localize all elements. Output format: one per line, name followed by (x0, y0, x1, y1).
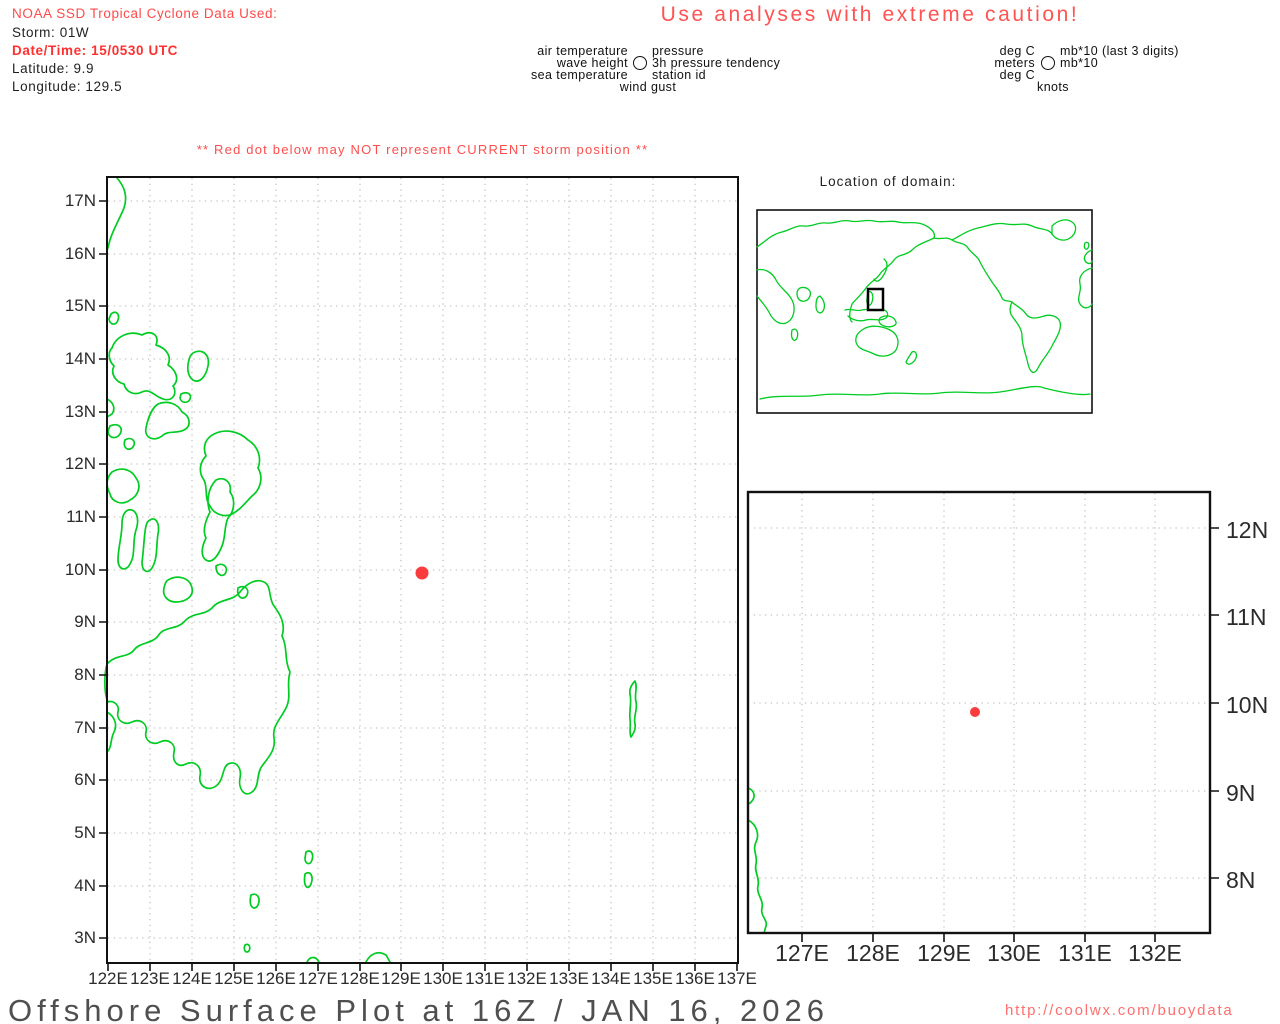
zoom-lat-tick-label: 12N (1226, 517, 1269, 543)
lat-tick-label: 4N (74, 876, 96, 895)
coastline-new-guinea (878, 315, 897, 328)
coastline-islet-south-1 (304, 850, 314, 865)
zoom-lon-tick-label: 130E (987, 940, 1041, 966)
lat-tick-label: 5N (74, 823, 96, 842)
coastline-new-zealand (905, 350, 918, 365)
legend-wind-gust: wind gust (619, 80, 677, 94)
header-storm: Storm: 01W (12, 25, 90, 40)
header-datetime: Date/Time: 15/0530 UTC (12, 43, 179, 58)
station-circle-icon (633, 56, 647, 70)
zoom-map-coastlines (747, 787, 768, 934)
zoom-lat-tick-label: 9N (1226, 780, 1256, 806)
coastline-eurasia-north (756, 219, 936, 248)
lat-tick-label: 8N (74, 665, 96, 684)
coastline-panay (106, 468, 140, 504)
coastline-polillo-island (108, 311, 120, 325)
coastline-burias-1 (107, 423, 123, 439)
coastline-bottom-nub-1 (306, 956, 320, 963)
zoom-map-ticks-right (1211, 527, 1219, 879)
coastline-greenland (1051, 219, 1077, 241)
world-inset-map (756, 209, 1093, 414)
lat-tick-label: 9N (74, 612, 96, 631)
zoom-map-gridlines-horizontal (748, 527, 1210, 879)
coastline-bottom-nub-2 (365, 952, 391, 963)
coastline-europe-right-edge (1083, 249, 1093, 265)
coastline-zoom-mindanao-east (747, 819, 768, 934)
lat-tick-label: 16N (64, 244, 96, 263)
coastline-east-africa (756, 268, 795, 325)
main-map-ticks-left (99, 200, 107, 939)
coastline-madagascar (790, 328, 799, 341)
coastline-se-luzon (108, 331, 178, 401)
coastline-islet-south-2 (303, 871, 313, 889)
legend-unit-knots: knots (1037, 80, 1069, 94)
storm-position-dot (415, 566, 429, 580)
header-longitude: Longitude: 129.5 (12, 79, 123, 94)
lat-tick-label: 10N (64, 560, 96, 579)
zoom-map (746, 490, 1219, 942)
coastline-north-america-north (951, 222, 1053, 241)
zoom-lon-tick-label: 128E (846, 940, 900, 966)
coastline-burias-2 (123, 437, 136, 450)
source-url-link[interactable]: http://coolwx.com/buoydata (1005, 1002, 1234, 1019)
zoom-lon-tick-label: 129E (917, 940, 971, 966)
coastline-islet-south-3 (249, 893, 260, 909)
coastline-masbate (144, 401, 190, 440)
coastline-arabia (796, 286, 812, 302)
offshore-surface-plot-page: NOAA SSD Tropical Cyclone Data Used: Sto… (0, 0, 1280, 1024)
coastline-negros (117, 508, 139, 570)
main-map (99, 176, 739, 971)
inset-title: Location of domain: (819, 174, 957, 189)
lat-tick-label: 14N (64, 349, 96, 368)
coastline-islet-south-4 (243, 943, 251, 953)
legend-unit-mb10: mb*10 (1060, 56, 1099, 70)
lat-tick-label: 13N (64, 402, 96, 421)
header-source-line: NOAA SSD Tropical Cyclone Data Used: (12, 6, 278, 21)
world-inset-coastlines (756, 219, 1093, 400)
zoom-lon-tick-label: 132E (1128, 940, 1182, 966)
lat-tick-label: 7N (74, 718, 96, 737)
coastline-mindanao (104, 579, 291, 795)
header-latitude: Latitude: 9.9 (12, 61, 95, 76)
coastline-ticao-islet (179, 391, 192, 404)
storm-position-warning: ** Red dot below may NOT represent CURRE… (196, 142, 649, 157)
coastline-north-america-west (933, 237, 1013, 303)
zoom-lon-tick-label: 131E (1058, 940, 1112, 966)
zoom-lat-tick-label: 8N (1226, 867, 1256, 893)
lon-tick-label: 137E (717, 969, 757, 988)
zoom-lat-tick-label: 10N (1226, 692, 1269, 718)
coastline-australia (855, 325, 899, 357)
coastline-bohol (162, 576, 194, 603)
coastline-india (815, 295, 826, 314)
zoom-lat-tick-label: 11N (1226, 604, 1267, 630)
coastline-uk (1083, 241, 1090, 250)
lat-tick-label: 17N (64, 191, 96, 210)
lat-tick-label: 15N (64, 296, 96, 315)
coastline-left-nub (106, 398, 115, 418)
coastline-luzon-east (106, 177, 127, 252)
lat-tick-label: 6N (74, 770, 96, 789)
station-circle-icon-units (1041, 56, 1055, 70)
plot-title: Offshore Surface Plot at 16Z / JAN 16, 2… (8, 993, 829, 1024)
coastline-africa-right-edge (1077, 267, 1093, 309)
coastline-samar (199, 430, 262, 517)
coastline-antarctica (759, 385, 1091, 400)
zoom-lon-tick-label: 127E (775, 940, 829, 966)
coastline-zamboanga (106, 711, 117, 753)
caution-banner: Use analyses with extreme caution! (660, 3, 1080, 26)
coastline-south-america (1009, 301, 1062, 373)
coastline-catanduanes (186, 350, 210, 382)
world-inset-border (756, 209, 1093, 414)
lat-tick-label: 3N (74, 928, 96, 947)
lat-tick-label: 12N (64, 454, 96, 473)
lat-tick-label: 11N (66, 507, 96, 526)
storm-position-dot-zoom (970, 707, 980, 717)
